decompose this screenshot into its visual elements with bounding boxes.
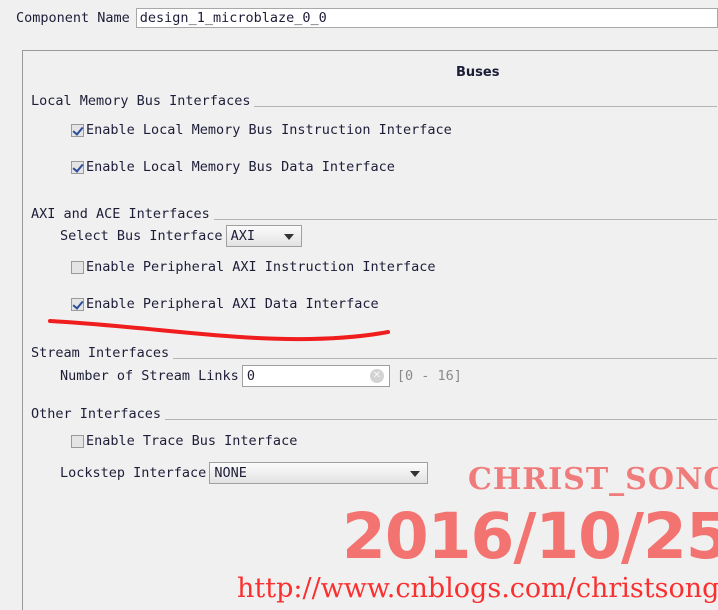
clear-circle-icon[interactable]: ✕	[369, 369, 384, 383]
number-of-stream-links-input[interactable]: 0 ✕	[241, 365, 390, 387]
section-header-other: Other Interfaces	[31, 403, 717, 423]
section-header-label: AXI and ACE Interfaces	[31, 206, 210, 222]
section-divider	[254, 106, 717, 107]
checkbox-trace-bus[interactable]	[71, 434, 84, 448]
section-header-stream: Stream Interfaces	[31, 342, 717, 362]
chevron-down-icon	[410, 471, 421, 477]
checkbox-row-lmb-instruction[interactable]: Enable Local Memory Bus Instruction Inte…	[71, 122, 452, 138]
chevron-down-icon	[283, 234, 294, 240]
checkbox-label: Enable Peripheral AXI Instruction Interf…	[86, 259, 436, 275]
section-header-local-memory-bus: Local Memory Bus Interfaces	[31, 90, 717, 110]
checkbox-label: Enable Local Memory Bus Data Interface	[86, 159, 395, 175]
checkbox-row-trace-bus[interactable]: Enable Trace Bus Interface	[71, 433, 297, 449]
component-name-row: Component Name	[0, 0, 718, 36]
section-header-label: Stream Interfaces	[31, 345, 170, 361]
lockstep-interface-value: NONE	[214, 465, 247, 481]
checkbox-label: Enable Local Memory Bus Instruction Inte…	[86, 122, 452, 138]
lockstep-interface-label: Lockstep Interface	[60, 465, 207, 481]
watermark-author: CHRIST_SONG	[468, 462, 718, 497]
number-of-stream-links-row: Number of Stream Links 0 ✕ [0 - 16]	[60, 365, 462, 387]
checkbox-axi-instruction[interactable]	[71, 260, 84, 274]
section-header-label: Other Interfaces	[31, 406, 162, 422]
section-divider	[165, 419, 717, 420]
checkbox-row-lmb-data[interactable]: Enable Local Memory Bus Data Interface	[71, 159, 395, 175]
number-of-stream-links-label: Number of Stream Links	[60, 368, 239, 384]
select-bus-interface-dropdown[interactable]: AXI	[225, 225, 302, 247]
checkbox-row-axi-instruction[interactable]: Enable Peripheral AXI Instruction Interf…	[71, 259, 436, 275]
checkbox-row-axi-data[interactable]: Enable Peripheral AXI Data Interface	[71, 296, 379, 312]
section-divider	[173, 358, 717, 359]
checkbox-label: Enable Peripheral AXI Data Interface	[86, 296, 379, 312]
checkbox-label: Enable Trace Bus Interface	[86, 433, 298, 449]
section-header-axi-and-ace: AXI and ACE Interfaces	[31, 203, 717, 223]
component-name-label: Component Name	[16, 10, 130, 26]
checkbox-axi-data[interactable]	[71, 297, 84, 311]
checkbox-lmb-data[interactable]	[71, 160, 84, 174]
number-of-stream-links-range: [0 - 16]	[396, 368, 462, 384]
lockstep-interface-row: Lockstep Interface NONE	[60, 462, 429, 484]
checkbox-lmb-instruction[interactable]	[71, 123, 84, 137]
section-header-label: Local Memory Bus Interfaces	[31, 93, 251, 109]
page-title: Buses	[456, 65, 500, 80]
number-of-stream-links-value: 0	[246, 368, 255, 384]
section-divider	[213, 219, 717, 220]
select-bus-interface-value: AXI	[230, 228, 255, 244]
select-bus-interface-label: Select Bus Interface	[60, 228, 223, 244]
component-name-input[interactable]	[135, 8, 718, 28]
watermark-url: http://www.cnblogs.com/christsong/	[237, 573, 718, 604]
watermark-date: 2016/10/25	[342, 500, 718, 573]
select-bus-interface-row: Select Bus Interface AXI	[60, 225, 302, 247]
lockstep-interface-dropdown[interactable]: NONE	[209, 462, 429, 484]
